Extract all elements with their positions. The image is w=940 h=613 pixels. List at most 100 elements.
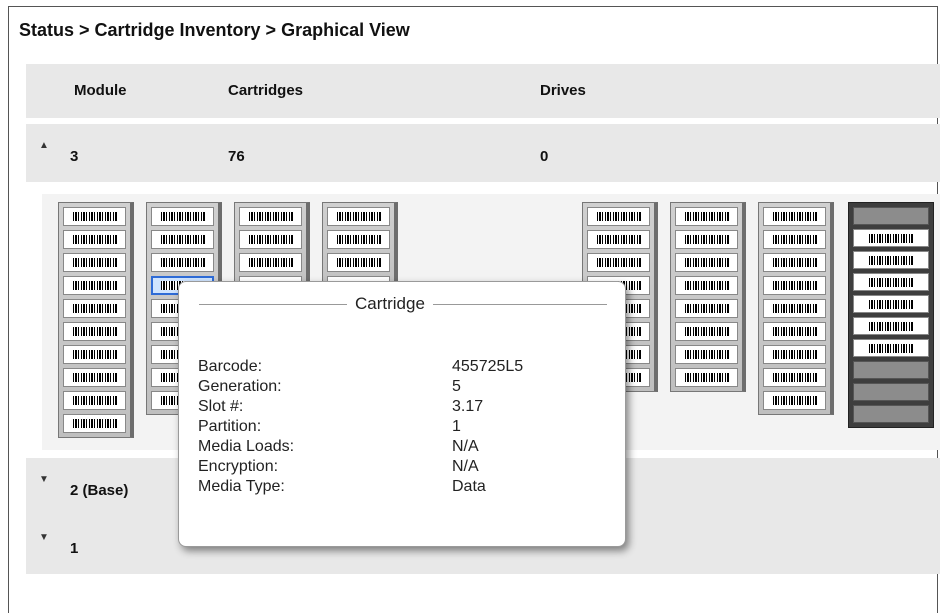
- cartridge-slot[interactable]: [675, 276, 738, 295]
- module-row-3[interactable]: ▲ 3 76 0: [26, 124, 940, 182]
- detail-label: Media Loads:: [198, 438, 295, 455]
- cartridge-slot[interactable]: [675, 345, 738, 364]
- barcode-icon: [72, 396, 117, 405]
- detail-value: 5: [452, 378, 461, 395]
- cartridge-slot[interactable]: [763, 368, 826, 387]
- drive-count: 0: [540, 148, 549, 165]
- barcode-icon: [772, 258, 817, 267]
- barcode-icon: [336, 212, 381, 221]
- magazine: [670, 202, 746, 392]
- empty-slot[interactable]: [853, 361, 929, 379]
- cartridge-slot[interactable]: [151, 230, 214, 249]
- barcode-icon: [248, 235, 293, 244]
- cartridge-slot[interactable]: [63, 391, 126, 410]
- cartridge-slot[interactable]: [327, 207, 390, 226]
- cartridge-slot[interactable]: [763, 230, 826, 249]
- header-module: Module: [74, 82, 127, 99]
- barcode-icon: [160, 235, 205, 244]
- barcode-icon: [160, 212, 205, 221]
- barcode-icon: [869, 277, 913, 287]
- cartridge-slot[interactable]: [675, 368, 738, 387]
- expand-arrow-icon[interactable]: ▼: [39, 532, 49, 543]
- barcode-icon: [684, 327, 729, 336]
- cartridge-slot[interactable]: [151, 207, 214, 226]
- detail-label: Encryption:: [198, 458, 279, 475]
- cartridge-slot[interactable]: [587, 253, 650, 272]
- cartridge-slot[interactable]: [587, 207, 650, 226]
- cartridge-details: Barcode: 455725L5 Generation: 5 Slot #: …: [198, 358, 618, 498]
- barcode-icon: [869, 255, 913, 265]
- barcode-icon: [336, 235, 381, 244]
- cartridge-slot[interactable]: [239, 253, 302, 272]
- magazine: [758, 202, 834, 415]
- barcode-icon: [772, 396, 817, 405]
- cartridge-slot[interactable]: [853, 295, 929, 313]
- barcode-icon: [869, 299, 913, 309]
- cartridge-slot[interactable]: [63, 253, 126, 272]
- collapse-arrow-icon[interactable]: ▲: [39, 140, 49, 151]
- detail-row: Generation: 5: [198, 378, 618, 398]
- detail-row: Slot #: 3.17: [198, 398, 618, 418]
- cartridge-slot[interactable]: [763, 322, 826, 341]
- cartridge-tooltip: Cartridge Barcode: 455725L5 Generation: …: [178, 281, 626, 547]
- detail-row: Barcode: 455725L5: [198, 358, 618, 378]
- cartridge-slot[interactable]: [853, 339, 929, 357]
- expand-arrow-icon[interactable]: ▼: [39, 474, 49, 485]
- cartridge-slot[interactable]: [63, 368, 126, 387]
- cartridge-slot[interactable]: [327, 253, 390, 272]
- magazine: [58, 202, 134, 438]
- cartridge-slot[interactable]: [853, 273, 929, 291]
- barcode-icon: [596, 258, 641, 267]
- cartridge-slot[interactable]: [327, 230, 390, 249]
- barcode-icon: [772, 327, 817, 336]
- cartridge-slot[interactable]: [675, 207, 738, 226]
- drive-bay: [848, 202, 934, 428]
- detail-label: Generation:: [198, 378, 282, 395]
- cartridge-slot[interactable]: [853, 251, 929, 269]
- cartridge-slot[interactable]: [63, 230, 126, 249]
- cartridge-slot[interactable]: [763, 299, 826, 318]
- cartridge-slot[interactable]: [763, 207, 826, 226]
- detail-row: Media Type: Data: [198, 478, 618, 498]
- cartridge-slot[interactable]: [63, 414, 126, 433]
- cartridge-slot[interactable]: [763, 253, 826, 272]
- cartridge-slot[interactable]: [763, 345, 826, 364]
- cartridge-slot[interactable]: [63, 207, 126, 226]
- module-id: 3: [70, 148, 79, 165]
- empty-slot[interactable]: [853, 207, 929, 225]
- module-id: 1: [70, 540, 79, 557]
- cartridge-slot[interactable]: [151, 253, 214, 272]
- detail-label: Partition:: [198, 418, 262, 435]
- cartridge-slot[interactable]: [675, 322, 738, 341]
- cartridge-slot[interactable]: [63, 299, 126, 318]
- barcode-icon: [72, 373, 117, 382]
- cartridge-slot[interactable]: [763, 276, 826, 295]
- detail-label: Slot #:: [198, 398, 244, 415]
- cartridge-slot[interactable]: [675, 299, 738, 318]
- barcode-icon: [772, 281, 817, 290]
- empty-slot[interactable]: [853, 383, 929, 401]
- barcode-icon: [72, 350, 117, 359]
- cartridge-slot[interactable]: [63, 345, 126, 364]
- barcode-icon: [869, 233, 913, 243]
- barcode-icon: [684, 235, 729, 244]
- barcode-icon: [772, 304, 817, 313]
- cartridge-slot[interactable]: [853, 317, 929, 335]
- barcode-icon: [160, 258, 205, 267]
- cartridge-slot[interactable]: [63, 322, 126, 341]
- cartridge-slot[interactable]: [587, 230, 650, 249]
- detail-value: 3.17: [452, 398, 484, 415]
- cartridge-slot[interactable]: [63, 276, 126, 295]
- empty-slot[interactable]: [853, 405, 929, 423]
- cartridge-slot[interactable]: [239, 207, 302, 226]
- cartridge-count: 76: [228, 148, 245, 165]
- cartridge-slot[interactable]: [763, 391, 826, 410]
- barcode-icon: [72, 304, 117, 313]
- barcode-icon: [72, 419, 117, 428]
- cartridge-slot[interactable]: [853, 229, 929, 247]
- cartridge-slot[interactable]: [239, 230, 302, 249]
- cartridge-slot[interactable]: [675, 230, 738, 249]
- barcode-icon: [684, 304, 729, 313]
- barcode-icon: [869, 321, 913, 331]
- cartridge-slot[interactable]: [675, 253, 738, 272]
